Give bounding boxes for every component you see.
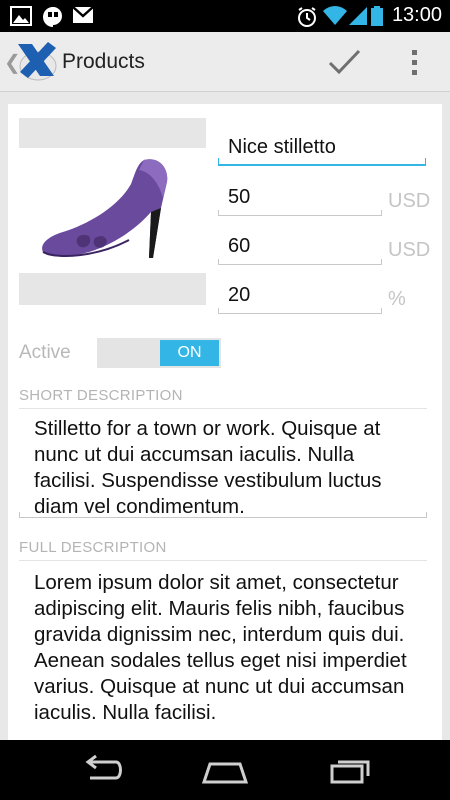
full-description-field[interactable]: Lorem ipsum dolor sit amet, consectetur … [19,570,427,726]
home-icon[interactable] [200,754,250,786]
checkmark-icon[interactable] [326,46,362,78]
active-switch[interactable]: ON [97,338,221,368]
back-icon[interactable] [76,754,126,786]
price-field[interactable]: 50 [218,182,382,216]
battery-icon [371,6,383,26]
content-area[interactable]: Nice stilletto 50 USD 60 USD 20 % Active… [0,92,450,740]
active-label: Active [19,342,71,363]
page-title: Products [62,50,145,73]
app-logo-icon[interactable] [14,38,58,84]
list-price-field[interactable]: 60 [218,231,382,265]
gmail-notification-icon [72,6,94,23]
wifi-icon [323,6,347,26]
cell-signal-icon [349,7,367,25]
overflow-menu-icon[interactable] [404,46,424,78]
price-unit: USD [388,190,431,212]
recent-apps-icon[interactable] [326,754,376,786]
discount-field[interactable]: 20 [218,280,382,314]
discount-unit: % [388,288,406,310]
product-image[interactable] [19,118,206,305]
purple-stiletto-shoe-image [42,159,168,258]
picture-notification-icon [10,6,32,26]
full-description-header: FULL DESCRIPTION [19,539,167,556]
list-price-unit: USD [388,239,431,261]
alarm-icon [298,7,316,27]
short-description-header: SHORT DESCRIPTION [19,387,183,404]
product-name-field[interactable]: Nice stilletto [218,132,426,166]
action-bar: ❮ Products [0,32,450,92]
short-description-field[interactable]: Stilletto for a town or work. Quisque at… [19,416,427,520]
product-form: Nice stilletto 50 USD 60 USD 20 % Active… [8,104,442,740]
status-bar: 13:00 [0,0,450,32]
navigation-bar [0,740,450,800]
hangouts-notification-icon [43,7,62,27]
status-time: 13:00 [391,4,442,26]
switch-state: ON [160,340,219,366]
